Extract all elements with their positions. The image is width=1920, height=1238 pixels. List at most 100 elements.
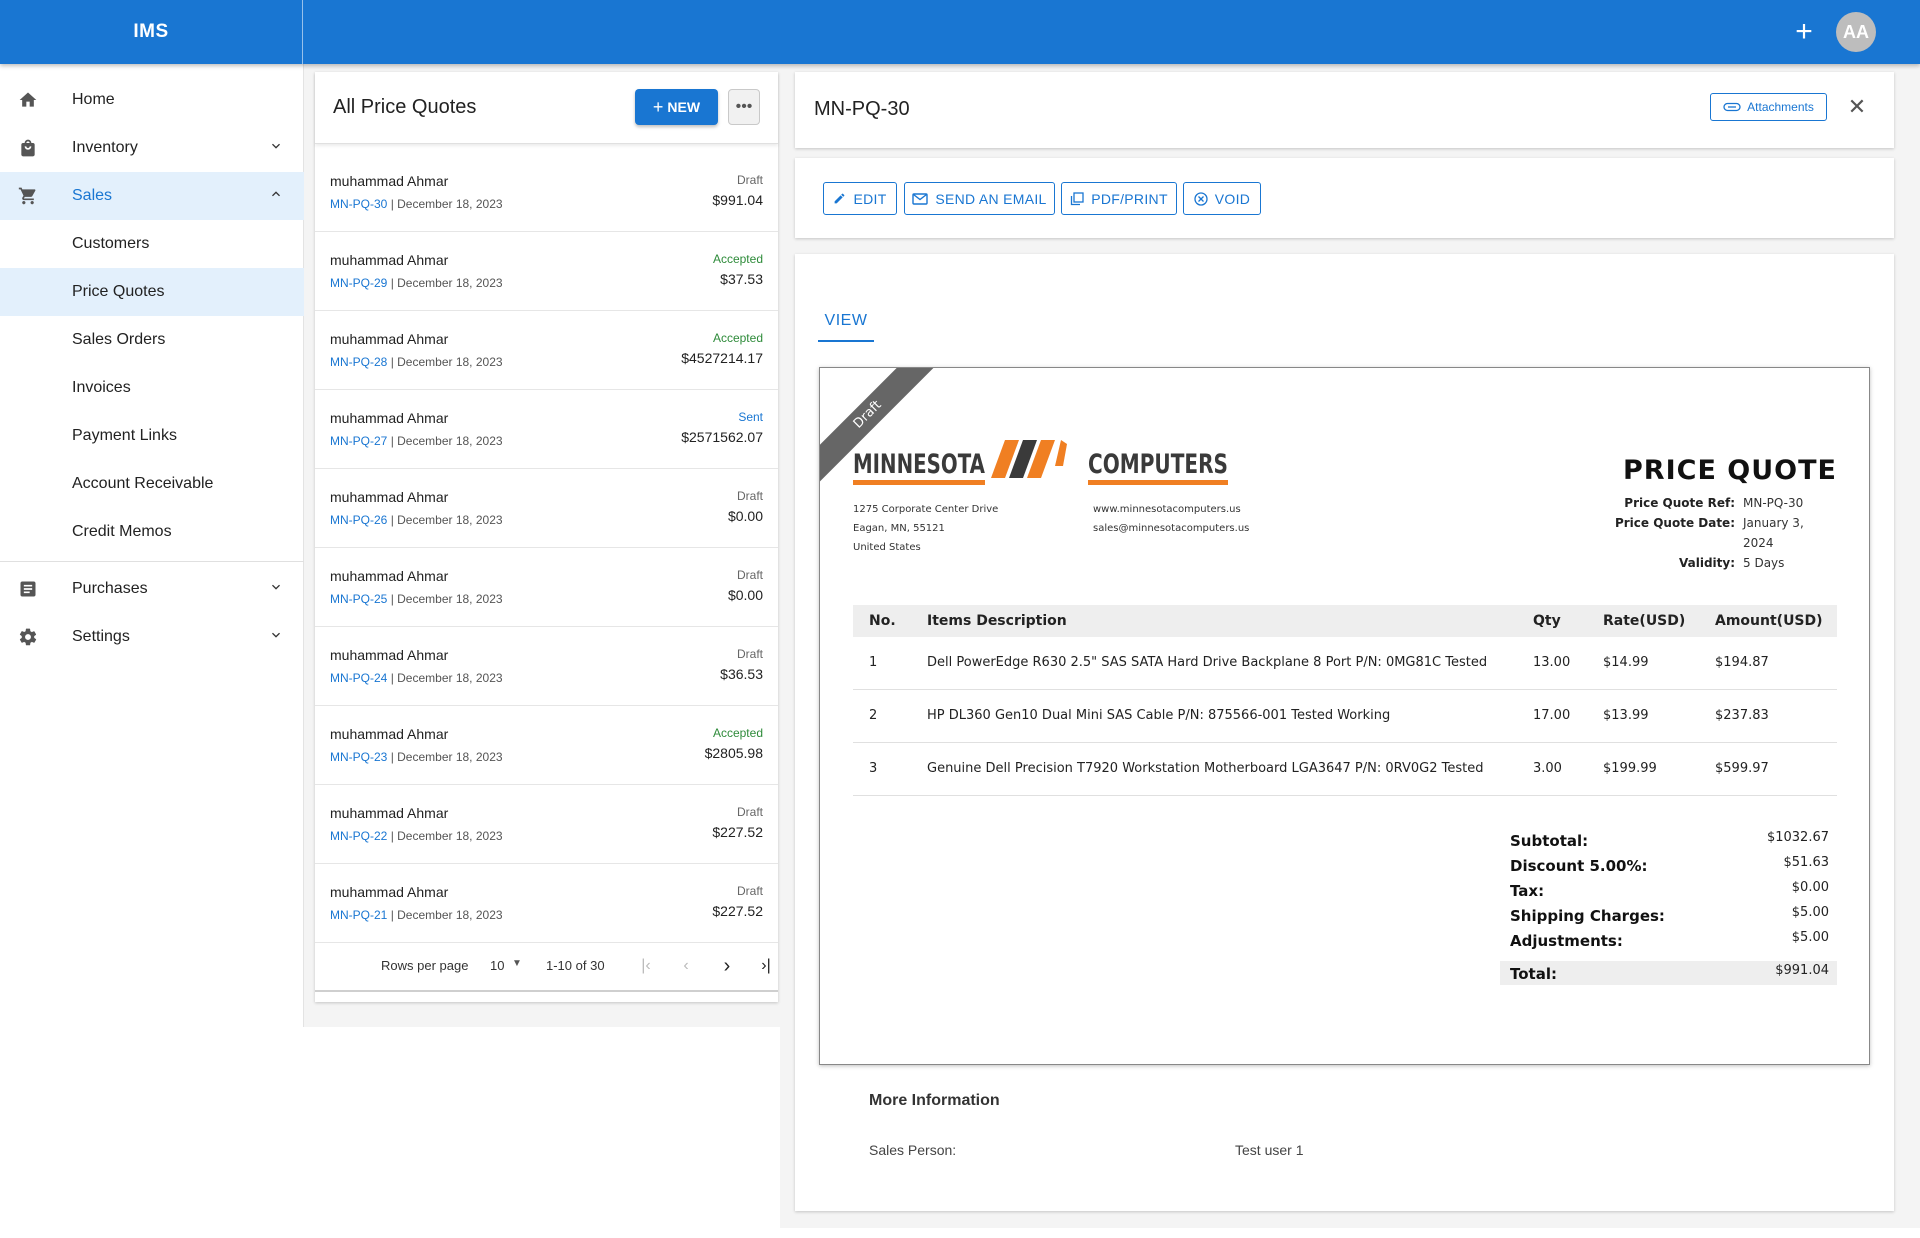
table-row[interactable]: muhammad Ahmar MN-PQ-26 | December 18, 20… (315, 469, 778, 548)
table-row[interactable]: muhammad Ahmar MN-PQ-30 | December 18, 20… (315, 153, 778, 232)
table-row[interactable]: muhammad Ahmar MN-PQ-28 | December 18, 20… (315, 311, 778, 390)
quote-code[interactable]: MN-PQ-22 (330, 829, 387, 843)
quote-date: | December 18, 2023 (390, 355, 503, 369)
sidebar-item-settings[interactable]: Settings (0, 613, 304, 661)
tab-view[interactable]: VIEW (818, 312, 874, 342)
status-badge: Draft (736, 805, 763, 819)
new-quote-button[interactable]: + NEW (635, 89, 718, 125)
chevron-up-icon (272, 191, 280, 197)
quote-date: | December 18, 2023 (390, 197, 503, 211)
email-link[interactable]: sales@minnesotacomputers.us (1093, 519, 1249, 538)
next-page-icon[interactable]: › (716, 955, 738, 977)
sidebar-item-home[interactable]: Home (0, 76, 304, 124)
table-row: 3 Genuine Dell Precision T7920 Workstatio… (853, 743, 1837, 796)
table-row[interactable]: muhammad Ahmar MN-PQ-23 | December 18, 20… (315, 706, 778, 785)
list-title: All Price Quotes (333, 96, 477, 118)
meta-key: Price Quote Date: (1614, 516, 1735, 530)
edit-button[interactable]: EDIT (823, 182, 897, 215)
quote-code[interactable]: MN-PQ-30 (330, 197, 387, 211)
close-icon[interactable]: ✕ (1844, 94, 1870, 120)
total-key: Adjustments: (1510, 932, 1623, 950)
quote-amount: $227.52 (712, 824, 763, 840)
copy-icon (1071, 191, 1084, 205)
table-row[interactable]: muhammad Ahmar MN-PQ-21 | December 18, 20… (315, 864, 778, 943)
app-title[interactable]: IMS (0, 0, 303, 64)
sidebar-item-account-receivable[interactable]: Account Receivable (0, 460, 304, 508)
quote-reference: MN-PQ-23 | December 18, 2023 (330, 750, 503, 764)
website-link[interactable]: www.minnesotacomputers.us (1093, 500, 1249, 519)
avatar[interactable]: AA (1836, 12, 1876, 52)
void-button[interactable]: VOID (1183, 182, 1261, 215)
customer-name: muhammad Ahmar (330, 173, 449, 189)
sidebar-item-customers[interactable]: Customers (0, 220, 304, 268)
table-row[interactable]: muhammad Ahmar MN-PQ-27 | December 18, 20… (315, 390, 778, 469)
prev-page-icon[interactable]: ‹ (675, 955, 697, 977)
quote-code[interactable]: MN-PQ-23 (330, 750, 387, 764)
last-page-icon[interactable]: ›| (755, 955, 777, 977)
table-row[interactable]: muhammad Ahmar MN-PQ-24 | December 18, 20… (315, 627, 778, 706)
quote-date: | December 18, 2023 (390, 750, 503, 764)
top-app-bar: IMS + AA (0, 0, 1920, 64)
sidebar-item-label: Account Receivable (72, 475, 214, 492)
sidebar-item-label: Payment Links (72, 427, 177, 444)
quote-reference: MN-PQ-21 | December 18, 2023 (330, 908, 503, 922)
quote-reference: MN-PQ-22 | December 18, 2023 (330, 829, 503, 843)
sidebar-item-payment-links[interactable]: Payment Links (0, 412, 304, 460)
rows-per-page-select[interactable]: 10 (490, 958, 504, 973)
customer-name: muhammad Ahmar (330, 805, 449, 821)
quote-amount: $2571562.07 (681, 429, 763, 445)
quote-code[interactable]: MN-PQ-29 (330, 276, 387, 290)
quote-code[interactable]: MN-PQ-25 (330, 592, 387, 606)
quote-code[interactable]: MN-PQ-26 (330, 513, 387, 527)
sidebar-item-sales-orders[interactable]: Sales Orders (0, 316, 304, 364)
more-options-button[interactable]: ••• (728, 89, 760, 125)
pagination: Rows per page 10 ▼ 1-10 of 30 |‹ ‹ › ›| (315, 940, 778, 992)
sidebar-item-credit-memos[interactable]: Credit Memos (0, 508, 304, 556)
quote-date: | December 18, 2023 (390, 592, 503, 606)
table-row[interactable]: muhammad Ahmar MN-PQ-22 | December 18, 20… (315, 785, 778, 864)
customer-name: muhammad Ahmar (330, 568, 449, 584)
status-badge: Draft (736, 647, 763, 661)
sidebar-item-label: Invoices (72, 379, 131, 396)
item-no: 1 (869, 655, 878, 670)
grand-total-row: Total: $991.04 (1500, 961, 1837, 985)
table-row[interactable]: muhammad Ahmar MN-PQ-29 | December 18, 20… (315, 232, 778, 311)
quote-code[interactable]: MN-PQ-27 (330, 434, 387, 448)
price-quote-document: Draft MINNESOTA COMPUTERS 1275 Corporate… (819, 367, 1870, 1065)
sidebar-item-label: Purchases (72, 580, 148, 597)
customer-name: muhammad Ahmar (330, 647, 449, 663)
meta-row: Price Quote Ref: MN-PQ-30 (1615, 493, 1837, 513)
first-page-icon[interactable]: |‹ (635, 955, 657, 977)
quote-code[interactable]: MN-PQ-21 (330, 908, 387, 922)
sidebar-item-price-quotes[interactable]: Price Quotes (0, 268, 304, 316)
sidebar-item-sales[interactable]: Sales (0, 172, 304, 220)
quote-reference: MN-PQ-26 | December 18, 2023 (330, 513, 503, 527)
customer-name: muhammad Ahmar (330, 489, 449, 505)
totals-block: Subtotal: $1032.67 Discount 5.00%: $51.63 Ta… (1500, 828, 1837, 985)
sidebar-item-inventory[interactable]: Inventory (0, 124, 304, 172)
address-line: 1275 Corporate Center Drive (853, 504, 999, 515)
caret-down-icon[interactable]: ▼ (512, 958, 522, 969)
total-key: Subtotal: (1510, 832, 1589, 850)
quote-code[interactable]: MN-PQ-24 (330, 671, 387, 685)
quote-code[interactable]: MN-PQ-28 (330, 355, 387, 369)
send-email-button[interactable]: SEND AN EMAIL (904, 182, 1055, 215)
quote-meta: Price Quote Ref: MN-PQ-30 Price Quote Dat… (1615, 493, 1837, 573)
sidebar-item-invoices[interactable]: Invoices (0, 364, 304, 412)
total-key: Discount 5.00%: (1510, 857, 1648, 875)
company-address: 1275 Corporate Center Drive Eagan, MN, 5… (853, 500, 998, 557)
pdf-print-button[interactable]: PDF/PRINT (1061, 182, 1177, 215)
customer-name: muhammad Ahmar (330, 252, 449, 268)
table-row[interactable]: muhammad Ahmar MN-PQ-25 | December 18, 20… (315, 548, 778, 627)
sidebar-item-purchases[interactable]: Purchases (0, 565, 304, 613)
customer-name: muhammad Ahmar (330, 726, 449, 742)
address-line: United States (853, 542, 921, 553)
add-icon[interactable]: + (1788, 14, 1820, 50)
mail-icon (912, 192, 929, 205)
total-amount: $5.00 (1791, 930, 1829, 945)
chevron-down-icon (272, 584, 280, 590)
customer-name: muhammad Ahmar (330, 410, 449, 426)
quote-amount: $227.52 (712, 903, 763, 919)
column-header: Amount(USD) (1715, 613, 1823, 629)
attachments-button[interactable]: Attachments (1710, 93, 1827, 121)
